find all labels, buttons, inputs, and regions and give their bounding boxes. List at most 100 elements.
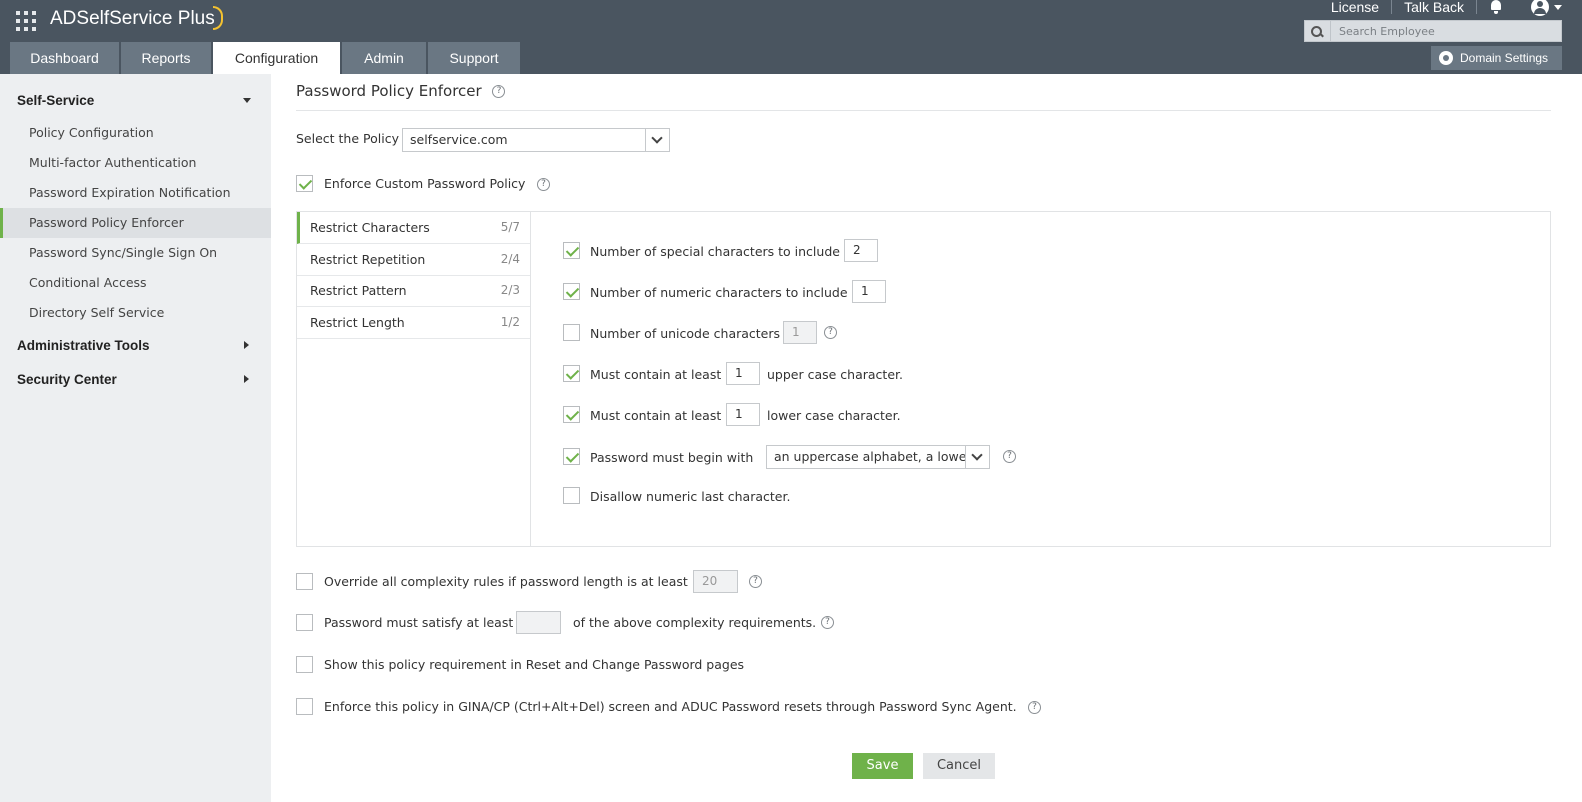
tab-dashboard[interactable]: Dashboard <box>10 42 119 74</box>
help-icon[interactable]: ? <box>1003 450 1016 463</box>
special-chars-input[interactable]: 2 <box>844 239 878 262</box>
sidebar-group-label: Self-Service <box>17 93 95 108</box>
user-avatar-icon[interactable] <box>1531 0 1549 16</box>
subtab-count: 2/3 <box>500 283 520 297</box>
help-icon[interactable]: ? <box>1028 701 1041 714</box>
sidebar-item-password-sync-sso[interactable]: Password Sync/Single Sign On <box>0 238 271 268</box>
top-links: License Talk Back <box>1331 0 1562 16</box>
save-button[interactable]: Save <box>852 753 913 779</box>
begin-with-select[interactable]: an uppercase alphabet, a lowe <box>766 445 990 469</box>
satisfy-at-least-checkbox[interactable] <box>296 614 313 631</box>
lower-case-checkbox[interactable] <box>563 406 580 423</box>
product-logo: ADSelfService Plus <box>50 6 223 30</box>
sidebar-group-administrative-tools[interactable]: Administrative Tools <box>17 338 257 353</box>
enforce-custom-policy-label: Enforce Custom Password Policy <box>324 176 526 191</box>
show-requirement-checkbox[interactable] <box>296 656 313 673</box>
override-complexity-checkbox[interactable] <box>296 573 313 590</box>
page-title: Password Policy Enforcer ? <box>296 82 506 100</box>
satisfy-at-least-label: Password must satisfy at least <box>324 615 514 630</box>
page-title-text: Password Policy Enforcer <box>296 82 482 100</box>
tab-support[interactable]: Support <box>428 42 520 74</box>
upper-case-label: Must contain at least <box>590 367 722 382</box>
license-link[interactable]: License <box>1331 0 1379 15</box>
tab-reports[interactable]: Reports <box>121 42 211 74</box>
sidebar-group-self-service[interactable]: Self-Service <box>17 93 257 108</box>
policy-select[interactable]: selfservice.com <box>402 128 670 152</box>
user-menu-caret-icon[interactable] <box>1554 4 1562 10</box>
select-policy-label: Select the Policy <box>296 131 399 146</box>
employee-search <box>1304 20 1562 42</box>
caret-down-icon <box>243 98 251 103</box>
sidebar: Self-Service Policy Configuration Multi-… <box>0 74 271 802</box>
help-icon[interactable]: ? <box>749 575 762 588</box>
top-header: ADSelfService Plus License Talk Back Das… <box>0 0 1582 74</box>
subtab-restrict-repetition[interactable]: Restrict Repetition 2/4 <box>297 244 530 276</box>
rules-panel: Restrict Characters 5/7 Restrict Repetit… <box>296 211 1551 547</box>
caret-right-icon <box>244 375 249 383</box>
gear-icon <box>1439 51 1453 65</box>
lower-case-label: Must contain at least <box>590 408 722 423</box>
enforce-custom-policy-checkbox[interactable] <box>296 175 313 192</box>
numeric-chars-checkbox[interactable] <box>563 283 580 300</box>
override-length-input[interactable]: 20 <box>693 570 738 593</box>
chevron-down-icon <box>965 446 989 468</box>
subtab-restrict-length[interactable]: Restrict Length 1/2 <box>297 307 530 339</box>
sidebar-item-password-policy-enforcer[interactable]: Password Policy Enforcer <box>0 208 271 238</box>
main-nav-tabs: Dashboard Reports Configuration Admin Su… <box>10 42 522 74</box>
upper-case-checkbox[interactable] <box>563 365 580 382</box>
sidebar-item-password-expiration-notification[interactable]: Password Expiration Notification <box>0 178 271 208</box>
sidebar-item-conditional-access[interactable]: Conditional Access <box>0 268 271 298</box>
sidebar-group-security-center[interactable]: Security Center <box>17 372 257 387</box>
lower-case-input[interactable]: 1 <box>726 403 760 426</box>
subtab-label: Restrict Pattern <box>310 283 407 298</box>
subtab-restrict-pattern[interactable]: Restrict Pattern 2/3 <box>297 275 530 307</box>
subtab-label: Restrict Repetition <box>310 252 426 267</box>
unicode-chars-checkbox[interactable] <box>563 324 580 341</box>
help-icon[interactable]: ? <box>824 326 837 339</box>
override-complexity-label: Override all complexity rules if passwor… <box>324 574 688 589</box>
special-chars-label: Number of special characters to include <box>590 244 840 259</box>
upper-case-input[interactable]: 1 <box>726 362 760 385</box>
tab-admin[interactable]: Admin <box>342 42 426 74</box>
sidebar-item-directory-self-service[interactable]: Directory Self Service <box>0 298 271 328</box>
subtab-count: 1/2 <box>500 315 520 329</box>
search-icon[interactable] <box>1305 21 1331 41</box>
special-chars-checkbox[interactable] <box>563 242 580 259</box>
satisfy-count-input[interactable] <box>516 611 561 634</box>
subtab-restrict-characters[interactable]: Restrict Characters 5/7 <box>297 212 530 244</box>
domain-settings-button[interactable]: Domain Settings <box>1431 46 1562 70</box>
numeric-chars-input[interactable]: 1 <box>852 280 886 303</box>
app-grid-icon[interactable] <box>16 11 36 31</box>
unicode-chars-input[interactable]: 1 <box>783 321 817 344</box>
begin-with-label: Password must begin with <box>590 450 754 465</box>
sidebar-item-multi-factor-authentication[interactable]: Multi-factor Authentication <box>0 148 271 178</box>
chevron-down-icon <box>645 129 669 151</box>
divider <box>296 110 1551 111</box>
subtab-label: Restrict Characters <box>310 220 430 235</box>
disallow-numeric-last-checkbox[interactable] <box>563 487 580 504</box>
domain-settings-label: Domain Settings <box>1460 51 1549 65</box>
tab-configuration[interactable]: Configuration <box>213 42 340 74</box>
help-icon[interactable]: ? <box>537 178 550 191</box>
help-icon[interactable]: ? <box>821 616 834 629</box>
talk-back-link[interactable]: Talk Back <box>1404 0 1464 15</box>
enforce-gina-checkbox[interactable] <box>296 698 313 715</box>
search-employee-input[interactable] <box>1331 21 1551 41</box>
subtab-count: 5/7 <box>500 220 520 234</box>
help-icon[interactable]: ? <box>492 85 506 98</box>
subtab-label: Restrict Length <box>310 315 405 330</box>
sidebar-item-policy-configuration[interactable]: Policy Configuration <box>0 118 271 148</box>
cancel-button[interactable]: Cancel <box>923 753 995 779</box>
satisfy-at-least-suffix: of the above complexity requirements. <box>573 615 817 630</box>
begin-with-checkbox[interactable] <box>563 448 580 465</box>
upper-case-suffix: upper case character. <box>767 367 903 382</box>
show-requirement-label: Show this policy requirement in Reset an… <box>324 657 745 672</box>
subtab-count: 2/4 <box>500 252 520 266</box>
unicode-chars-label: Number of unicode characters <box>590 326 781 341</box>
disallow-numeric-last-label: Disallow numeric last character. <box>590 489 791 504</box>
notification-bell-icon[interactable] <box>1489 0 1503 14</box>
sidebar-group-label: Administrative Tools <box>17 338 150 353</box>
brand-name: ADSelfService Plus <box>50 8 215 29</box>
rule-category-tabs: Restrict Characters 5/7 Restrict Repetit… <box>297 212 531 546</box>
sidebar-group-label: Security Center <box>17 372 117 387</box>
